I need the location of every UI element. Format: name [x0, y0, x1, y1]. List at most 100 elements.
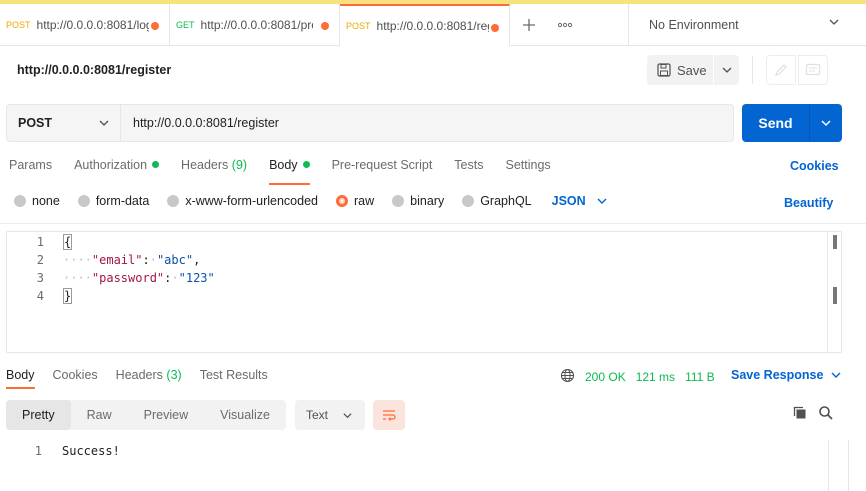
radio-label: raw — [354, 194, 375, 208]
unsaved-dot-icon — [321, 22, 329, 30]
radio-none[interactable]: none — [14, 194, 60, 208]
save-response-label: Save Response — [731, 368, 824, 382]
raw-format-select[interactable]: JSON — [552, 194, 608, 208]
chevron-down-icon — [99, 120, 109, 126]
radio-circle-icon — [392, 195, 405, 207]
http-method-select[interactable]: POST — [7, 105, 121, 141]
save-button[interactable]: Save — [647, 55, 713, 85]
json-key: "password" — [91, 271, 165, 285]
tab-tests[interactable]: Tests — [454, 158, 483, 184]
url-bar: POST http://0.0.0.0:8081/register — [6, 104, 734, 142]
tab-body[interactable]: Body — [269, 158, 310, 185]
new-tab-plus-icon[interactable] — [510, 4, 548, 45]
tab-url: http://0.0.0.0:8081/profile — [200, 18, 313, 32]
response-format-select[interactable]: Text — [295, 400, 365, 430]
environment-label: No Environment — [649, 18, 739, 32]
view-tab-visualize[interactable]: Visualize — [204, 400, 286, 430]
tab-login[interactable]: POST http://0.0.0.0:8081/login — [0, 4, 170, 46]
tab-url: http://0.0.0.0:8081/login — [36, 18, 149, 32]
unsaved-dot-icon — [491, 24, 499, 32]
response-scrollbar-track[interactable] — [828, 440, 829, 491]
more-tabs-ellipsis-icon[interactable] — [548, 4, 582, 45]
tab-headers-label: Headers — [181, 158, 229, 172]
line-number: 1 — [34, 444, 42, 458]
request-title: http://0.0.0.0:8081/register — [17, 63, 172, 77]
send-label: Send — [758, 115, 793, 131]
radio-selected-icon — [336, 195, 348, 207]
save-response-button[interactable]: Save Response — [731, 368, 842, 382]
code-text: ····"password":·"123" — [63, 271, 215, 285]
view-tab-preview[interactable]: Preview — [128, 400, 204, 430]
radio-label: none — [32, 194, 60, 208]
tab-authorization[interactable]: Authorization — [74, 158, 160, 184]
headers-count: (9) — [231, 158, 248, 172]
tab-settings[interactable]: Settings — [505, 158, 550, 184]
brace: } — [63, 288, 73, 304]
radio-circle-icon — [167, 195, 180, 207]
tab-body-label: Body — [269, 158, 298, 172]
response-tab-headers[interactable]: Headers (3) — [116, 368, 182, 382]
cookies-link[interactable]: Cookies — [790, 159, 839, 173]
edit-button[interactable] — [766, 55, 796, 85]
tab-register[interactable]: POST http://0.0.0.0:8081/register — [340, 4, 510, 46]
line-number: 4 — [36, 289, 44, 303]
send-button[interactable]: Send — [742, 104, 842, 142]
request-body-editor[interactable]: 1 { 2 ····"email":·"abc", 3 ····"passwor… — [6, 231, 842, 353]
beautify-link[interactable]: Beautify — [784, 196, 833, 210]
response-status[interactable]: 200 OK — [585, 370, 626, 384]
radio-label: GraphQL — [480, 194, 532, 208]
wrap-lines-button[interactable] — [373, 400, 405, 430]
send-options-chevron-icon[interactable] — [810, 117, 842, 129]
radio-form-data[interactable]: form-data — [77, 194, 149, 208]
response-meta: 200 OK 121 ms 111 B — [560, 368, 725, 386]
documentation-button[interactable] — [798, 55, 828, 85]
response-time[interactable]: 121 ms — [636, 370, 675, 384]
tab-prerequest-script[interactable]: Pre-request Script — [332, 158, 433, 184]
url-input[interactable]: http://0.0.0.0:8081/register — [121, 116, 733, 130]
response-tab-cookies[interactable]: Cookies — [53, 368, 98, 382]
unsaved-dot-icon — [151, 22, 159, 30]
scrollbar-marker — [833, 287, 837, 304]
globe-icon[interactable] — [560, 368, 575, 386]
wrap-lines-icon — [383, 410, 396, 421]
scrollbar-marker — [833, 235, 837, 249]
radio-graphql[interactable]: GraphQL — [462, 194, 532, 208]
radio-label: x-www-form-urlencoded — [185, 194, 318, 208]
code-text: } — [63, 288, 73, 304]
tab-method: GET — [176, 20, 195, 30]
tab-profile[interactable]: GET http://0.0.0.0:8081/profile — [170, 4, 340, 46]
radio-binary[interactable]: binary — [392, 194, 444, 208]
active-dot-icon — [152, 161, 160, 168]
chevron-down-icon — [722, 67, 731, 73]
tab-params[interactable]: Params — [9, 158, 52, 184]
tab-headers[interactable]: Headers (9) — [181, 158, 247, 184]
response-tab-test-results[interactable]: Test Results — [200, 368, 268, 382]
chevron-down-icon — [597, 198, 607, 204]
radio-raw[interactable]: raw — [336, 194, 374, 208]
radio-urlencoded[interactable]: x-www-form-urlencoded — [167, 194, 318, 208]
tab-method: POST — [346, 21, 371, 31]
environment-selector[interactable]: No Environment — [628, 4, 866, 46]
json-value: "abc" — [156, 253, 194, 267]
raw-format-value: JSON — [551, 194, 586, 208]
tab-url: http://0.0.0.0:8081/register — [376, 19, 489, 33]
editor-line: 2 ····"email":·"abc", — [7, 251, 201, 269]
response-content: Success! — [62, 444, 120, 458]
save-label: Save — [677, 62, 707, 78]
response-size[interactable]: 111 B — [685, 370, 715, 384]
comment-icon — [805, 63, 821, 76]
response-tab-body[interactable]: Body — [6, 368, 35, 389]
save-options-button[interactable] — [714, 55, 739, 85]
request-tabs: Params Authorization Headers (9) Body Pr… — [9, 158, 573, 185]
line-number: 3 — [36, 271, 44, 285]
radio-label: binary — [410, 194, 445, 208]
copy-icon[interactable] — [792, 405, 808, 424]
editor-line: 3 ····"password":·"123" — [7, 269, 215, 287]
editor-scrollbar[interactable] — [827, 232, 842, 352]
line-number: 2 — [36, 253, 44, 267]
view-tab-raw[interactable]: Raw — [71, 400, 128, 430]
response-tab-headers-label: Headers — [115, 368, 163, 382]
editor-line: 4 } — [7, 287, 73, 305]
search-icon[interactable] — [818, 405, 834, 424]
view-tab-pretty[interactable]: Pretty — [6, 400, 71, 430]
